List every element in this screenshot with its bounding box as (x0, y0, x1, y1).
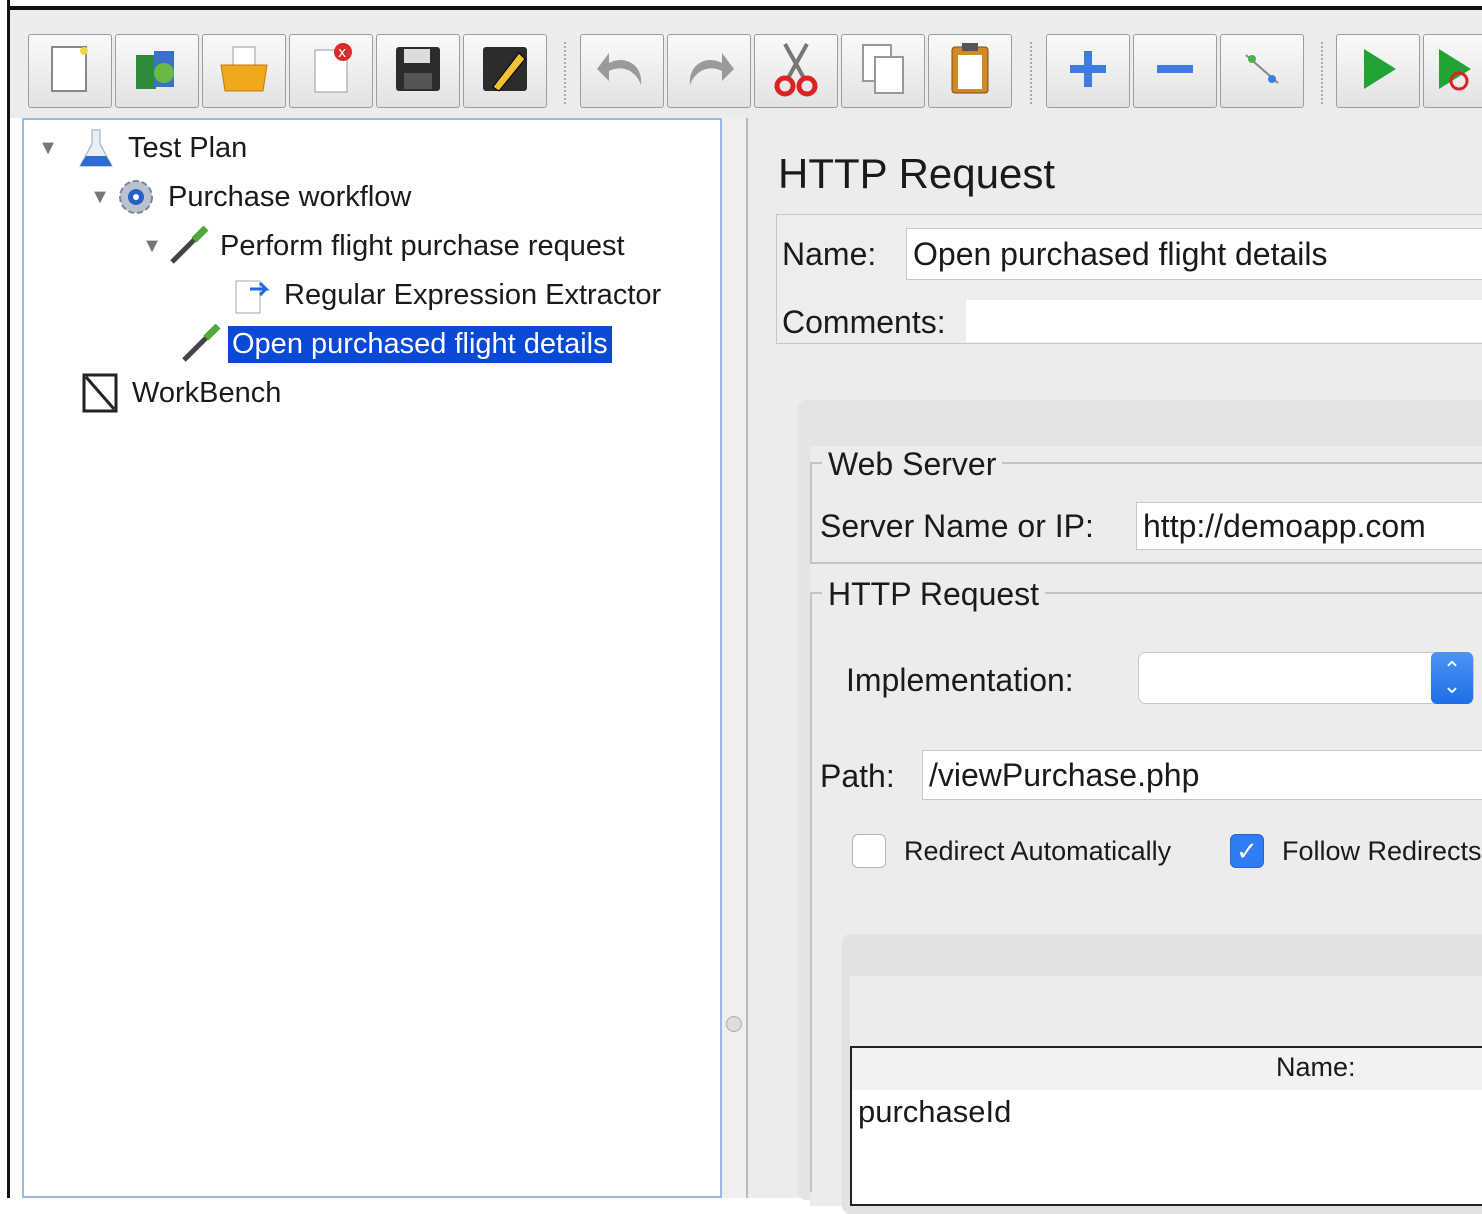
tree-item-perform-flight-purchase[interactable]: ▼ Perform flight purchase request (138, 226, 629, 266)
new-file-icon (46, 43, 94, 100)
web-server-group-border (810, 462, 812, 562)
expand-arrow-icon[interactable]: ▼ (86, 186, 114, 209)
web-server-group-border (810, 562, 1482, 564)
implementation-select[interactable]: ⌃ ⌄ (1138, 652, 1474, 704)
tree-item-test-plan[interactable]: ▼ Test Plan (34, 128, 251, 168)
save-as-icon (479, 43, 531, 100)
comments-label: Comments: (782, 304, 946, 340)
name-field[interactable]: Open purchased flight details (906, 228, 1482, 280)
http-request-panel: HTTP Request Name: Open purchased flight… (746, 118, 1482, 1214)
window-left-edge (0, 0, 10, 1198)
column-header-name[interactable]: Name: (1276, 1052, 1356, 1083)
path-field[interactable]: /viewPurchase.php (922, 750, 1482, 800)
expand-all-button[interactable] (1046, 34, 1130, 108)
save-button[interactable] (376, 34, 460, 108)
parameters-table-header: Name: (852, 1048, 1482, 1090)
copy-button[interactable] (841, 34, 925, 108)
server-name-label: Server Name or IP: (820, 508, 1094, 544)
save-icon (392, 43, 444, 100)
undo-icon (593, 45, 651, 98)
implementation-label: Implementation: (846, 662, 1074, 698)
collapse-all-button[interactable] (1133, 34, 1217, 108)
comments-field[interactable] (966, 300, 1482, 342)
splitter-handle[interactable] (726, 1016, 742, 1032)
follow-redirects-checkbox[interactable]: ✓ (1230, 834, 1264, 868)
page-title: HTTP Request (778, 150, 1055, 197)
toolbar: x (10, 10, 1482, 118)
follow-redirects-label: Follow Redirects (1282, 836, 1482, 866)
paste-icon (948, 41, 992, 102)
tree-item-label: Regular Expression Extractor (284, 278, 662, 311)
tree-item-open-purchased-flight[interactable]: Open purchased flight details (178, 324, 612, 364)
start-no-pauses-button[interactable] (1423, 34, 1482, 108)
toolbar-separator (1030, 42, 1032, 104)
checkmark-icon: ✓ (1236, 835, 1258, 866)
parameters-tab-band (850, 976, 1482, 1046)
tree-item-label: Perform flight purchase request (220, 229, 625, 262)
redo-button[interactable] (667, 34, 751, 108)
gear-icon (114, 177, 158, 217)
flask-icon (74, 128, 118, 168)
templates-icon (130, 43, 184, 100)
chevron-updown-icon[interactable]: ⌃ ⌄ (1431, 652, 1473, 704)
open-folder-icon (217, 43, 271, 100)
close-button[interactable]: x (289, 34, 373, 108)
expand-arrow-icon[interactable]: ▼ (138, 235, 166, 258)
tree-item-purchase-workflow[interactable]: ▼ Purchase workflow (86, 177, 415, 217)
pipette-icon (166, 226, 210, 266)
toolbar-separator (1321, 42, 1323, 104)
expand-arrow-icon[interactable]: ▼ (34, 137, 62, 160)
templates-button[interactable] (115, 34, 199, 108)
toolbar-separator (564, 42, 566, 104)
tree-item-label: WorkBench (132, 376, 282, 409)
toggle-icon (1238, 45, 1286, 98)
parameters-table[interactable]: Name: purchaseId (850, 1046, 1482, 1206)
test-plan-tree: ▼ Test Plan ▼ Purchase workflow ▼ Perfor… (22, 118, 722, 1198)
tree-item-label: Test Plan (128, 131, 248, 164)
extractor-icon (230, 275, 274, 315)
collapse-all-icon (1153, 59, 1197, 84)
copy-icon (857, 41, 909, 102)
tree-item-label: Purchase workflow (168, 180, 412, 213)
tree-item-workbench[interactable]: WorkBench (78, 373, 285, 413)
save-as-button[interactable] (463, 34, 547, 108)
start-button[interactable] (1336, 34, 1420, 108)
tree-item-regex-extractor[interactable]: Regular Expression Extractor (230, 275, 738, 315)
pipette-icon (178, 324, 222, 364)
open-button[interactable] (202, 34, 286, 108)
redirect-automatically-checkbox[interactable] (852, 834, 886, 868)
toggle-button[interactable] (1220, 34, 1304, 108)
redo-icon (680, 45, 738, 98)
paste-button[interactable] (928, 34, 1012, 108)
undo-button[interactable] (580, 34, 664, 108)
workbench-icon (78, 373, 122, 413)
name-label: Name: (782, 236, 877, 272)
redirect-automatically-label: Redirect Automatically (904, 836, 1172, 866)
table-cell[interactable]: purchaseId (858, 1094, 1011, 1130)
http-request-legend: HTTP Request (822, 576, 1046, 613)
close-file-icon: x (307, 42, 355, 101)
server-name-field[interactable]: http://demoapp.com (1136, 502, 1482, 550)
web-server-legend: Web Server (822, 446, 1003, 483)
cut-icon (771, 40, 821, 103)
path-label: Path: (820, 758, 895, 794)
http-request-group-border (810, 592, 812, 1192)
cut-button[interactable] (754, 34, 838, 108)
start-icon (1356, 45, 1400, 98)
new-button[interactable] (28, 34, 112, 108)
expand-all-icon (1066, 47, 1110, 96)
panel-splitter[interactable] (722, 118, 746, 1198)
svg-text:x: x (338, 45, 346, 61)
tree-item-label: Open purchased flight details (228, 325, 612, 363)
start-no-pauses-icon (1431, 45, 1475, 98)
